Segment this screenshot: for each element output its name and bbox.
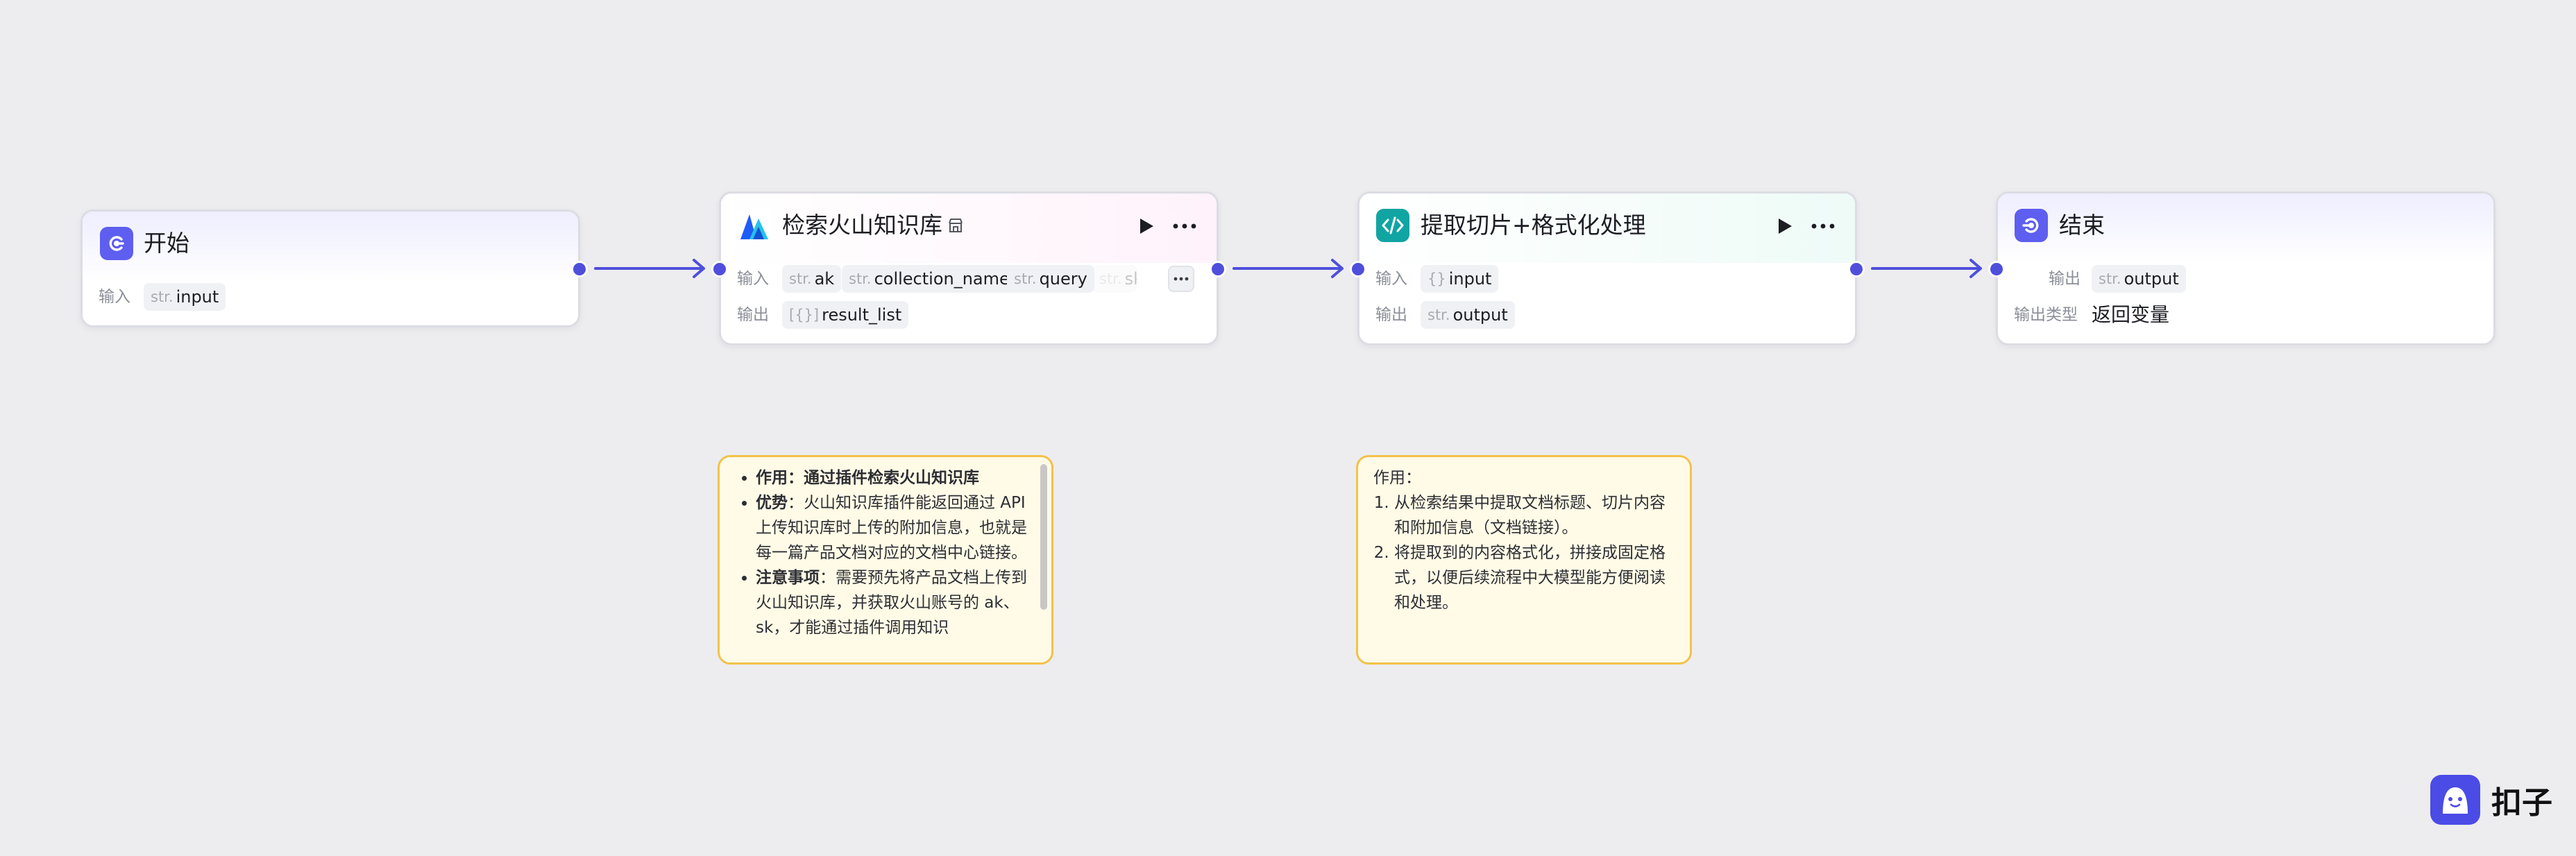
note-code[interactable]: 作用： 从检索结果中提取文档标题、切片内容和附加信息（文档链接）。 将提取到的内… — [1356, 455, 1692, 665]
volcano-engine-icon — [738, 209, 771, 242]
param-type: [{}] — [789, 307, 820, 323]
param-tag-result-list: [{}] result_list — [782, 301, 909, 329]
note-item-label: 优势 — [756, 494, 788, 512]
node-title: 开始 — [144, 230, 189, 257]
plugin-store-icon — [947, 217, 964, 234]
node-code-extract-format[interactable]: 提取切片+格式化处理 输入 {} input 输出 str. output — [1357, 191, 1857, 345]
node-search-volc-kb[interactable]: 检索火山知识库 输入 str. ak str. collection_name — [719, 191, 1219, 345]
param-type: str. — [1099, 271, 1122, 287]
param-name: ak — [814, 269, 835, 289]
param-tag-output: str. output — [1421, 301, 1515, 329]
end-icon — [2015, 209, 2048, 242]
param-tag-input: str. input — [144, 283, 226, 311]
param-type: str. — [789, 271, 812, 287]
node-end[interactable]: 结束 输出 str. output 输出类型 返回变量 — [1996, 191, 2496, 345]
search-output-port[interactable] — [1210, 261, 1226, 277]
note-item: 作用：通过插件检索火山知识库 — [756, 465, 1033, 490]
edges-layer — [594, 259, 1982, 278]
param-tag-ak: str. ak — [782, 265, 842, 293]
note-item-sep: ： — [788, 494, 804, 512]
note-list: 作用：通过插件检索火山知识库 优势：火山知识库插件能返回通过 API 上传知识库… — [732, 465, 1033, 640]
start-icon — [100, 227, 133, 260]
more-params-button[interactable] — [1168, 266, 1194, 292]
note-item: 优势：火山知识库插件能返回通过 API 上传知识库时上传的附加信息，也就是每一篇… — [756, 490, 1033, 565]
param-name: input — [176, 287, 219, 307]
note-item: 注意事项：需要预先将产品文档上传到火山知识库，并获取火山账号的 ak、sk，才能… — [756, 565, 1033, 640]
param-name: input — [1448, 269, 1492, 289]
end-input-port[interactable] — [1988, 261, 2005, 277]
note-item-sep: ： — [820, 569, 836, 587]
more-menu-button[interactable] — [1807, 210, 1839, 242]
workflow-canvas[interactable]: 开始 输入 str. input 检索火山知识库 输入 str. ak str.… — [0, 0, 2576, 856]
run-button[interactable] — [1769, 210, 1801, 242]
edge-code-end — [1871, 259, 1982, 278]
node-title: 检索火山知识库 — [782, 212, 942, 239]
more-menu-button[interactable] — [1169, 210, 1201, 242]
start-output-port[interactable] — [571, 261, 588, 277]
note-item-label: 注意事项 — [756, 569, 820, 587]
param-type: str. — [1014, 271, 1037, 287]
output-type-value: 返回变量 — [2092, 303, 2170, 326]
param-name: collection_name — [874, 269, 1010, 289]
edge-start-search — [594, 259, 705, 278]
note-heading: 作用： — [1373, 469, 1421, 487]
param-tag-collection-name: str. collection_name — [842, 265, 1017, 293]
brand-name: 扣子 — [2491, 785, 2552, 821]
param-type: str. — [1427, 307, 1450, 323]
run-button[interactable] — [1130, 210, 1162, 242]
param-tag-query: str. query — [1007, 265, 1094, 293]
param-type: {} — [1427, 271, 1446, 287]
note-scrollbar[interactable] — [1040, 464, 1047, 610]
param-tag-sk: str. sk — [1092, 265, 1137, 293]
output-label: 输出 — [737, 306, 769, 324]
coze-logo-icon — [2430, 775, 2480, 825]
edge-search-code — [1232, 259, 1344, 278]
code-input-port[interactable] — [1350, 261, 1366, 277]
input-label: 输入 — [1375, 270, 1407, 288]
note-item-label: 作用 — [756, 469, 788, 487]
param-name: sk — [1124, 269, 1137, 289]
param-tag-input: {} input — [1421, 265, 1499, 293]
node-title: 提取切片+格式化处理 — [1421, 212, 1646, 239]
param-name: result_list — [822, 305, 902, 325]
output-label: 输出 — [1375, 306, 1407, 324]
note-list: 从检索结果中提取文档标题、切片内容和附加信息（文档链接）。 将提取到的内容格式化… — [1373, 490, 1675, 615]
param-name: query — [1039, 269, 1087, 289]
search-input-port[interactable] — [711, 261, 728, 277]
param-type: str. — [2099, 271, 2121, 287]
brand-logo-area: 扣子 — [2430, 775, 2552, 825]
param-tag-output: str. output — [2092, 265, 2186, 293]
node-title: 结束 — [2059, 212, 2105, 239]
param-name: output — [1452, 305, 1508, 325]
note-item: 将提取到的内容格式化，拼接成固定格式，以便后续流程中大模型能方便阅读和处理。 — [1394, 540, 1675, 615]
code-output-port[interactable] — [1848, 261, 1865, 277]
node-start[interactable]: 开始 输入 str. input — [80, 209, 580, 327]
output-label: 输出 — [2049, 270, 2081, 288]
param-name: output — [2124, 269, 2179, 289]
note-item-sep: ： — [788, 469, 804, 487]
note-item-text: 通过插件检索火山知识库 — [804, 469, 979, 487]
input-label: 输入 — [737, 270, 769, 288]
code-icon — [1376, 209, 1409, 242]
output-type-label: 输出类型 — [2014, 306, 2078, 324]
param-type: str. — [151, 289, 173, 305]
note-item: 从检索结果中提取文档标题、切片内容和附加信息（文档链接）。 — [1394, 490, 1675, 540]
input-label: 输入 — [99, 288, 130, 306]
note-search[interactable]: 作用：通过插件检索火山知识库 优势：火山知识库插件能返回通过 API 上传知识库… — [718, 455, 1053, 665]
param-type: str. — [849, 271, 872, 287]
